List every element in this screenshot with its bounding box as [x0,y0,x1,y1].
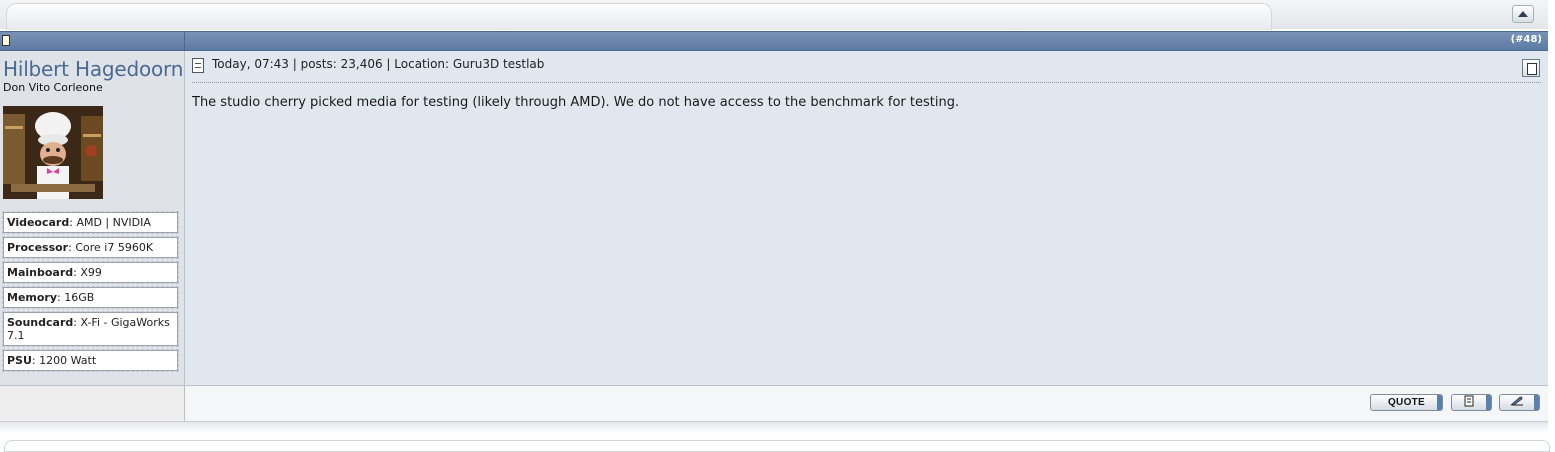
quick-reply-button[interactable] [1499,394,1540,411]
post-icon [192,58,204,73]
report-post-icon[interactable] [1522,59,1540,77]
spec-processor: Processor: Core i7 5960K [2,236,179,259]
top-strip [0,0,1548,30]
footer-left [0,385,185,422]
multiquote-icon [1463,395,1475,412]
post-content: Today, 07:43 | posts: 23,406 | Location:… [185,51,1548,385]
user-title: Don Vito Corleone [3,81,103,94]
multiquote-button[interactable] [1451,394,1492,411]
spec-memory: Memory: 16GB [2,286,179,309]
user-avatar[interactable] [3,106,103,199]
post-bottom-edge [0,421,1548,434]
spec-videocard: Videocard: AMD | NVIDIA [2,211,179,234]
user-specs: Videocard: AMD | NVIDIA Processor: Core … [2,211,179,375]
next-post-strip [4,440,1550,452]
post-page-icon [2,35,10,46]
collapse-up-icon[interactable] [1512,5,1534,23]
quote-button[interactable]: QUOTE [1370,394,1443,411]
post-header-bar: (#48) [0,31,1548,51]
spec-mainboard: Mainboard: X99 [2,261,179,284]
footer-right: QUOTE [185,385,1548,422]
post-info: Today, 07:43 | posts: 23,406 | Location:… [212,57,545,71]
avatar-image [3,106,103,199]
post-message: The studio cherry picked media for testi… [192,95,960,110]
spec-psu: PSU: 1200 Watt [2,349,179,372]
user-info-panel: Hilbert Hagedoorn Don Vito Corleone Vide… [0,51,185,385]
top-tab-strip [6,3,1272,30]
quick-reply-icon [1510,395,1524,412]
spec-soundcard: Soundcard: X-Fi - GigaWorks 7.1 [2,311,179,347]
post-number-link[interactable]: (#48) [1511,34,1542,45]
post-meta: Today, 07:43 | posts: 23,406 | Location:… [192,56,1541,83]
username-link[interactable]: Hilbert Hagedoorn [3,57,183,81]
header-divider [184,32,185,50]
